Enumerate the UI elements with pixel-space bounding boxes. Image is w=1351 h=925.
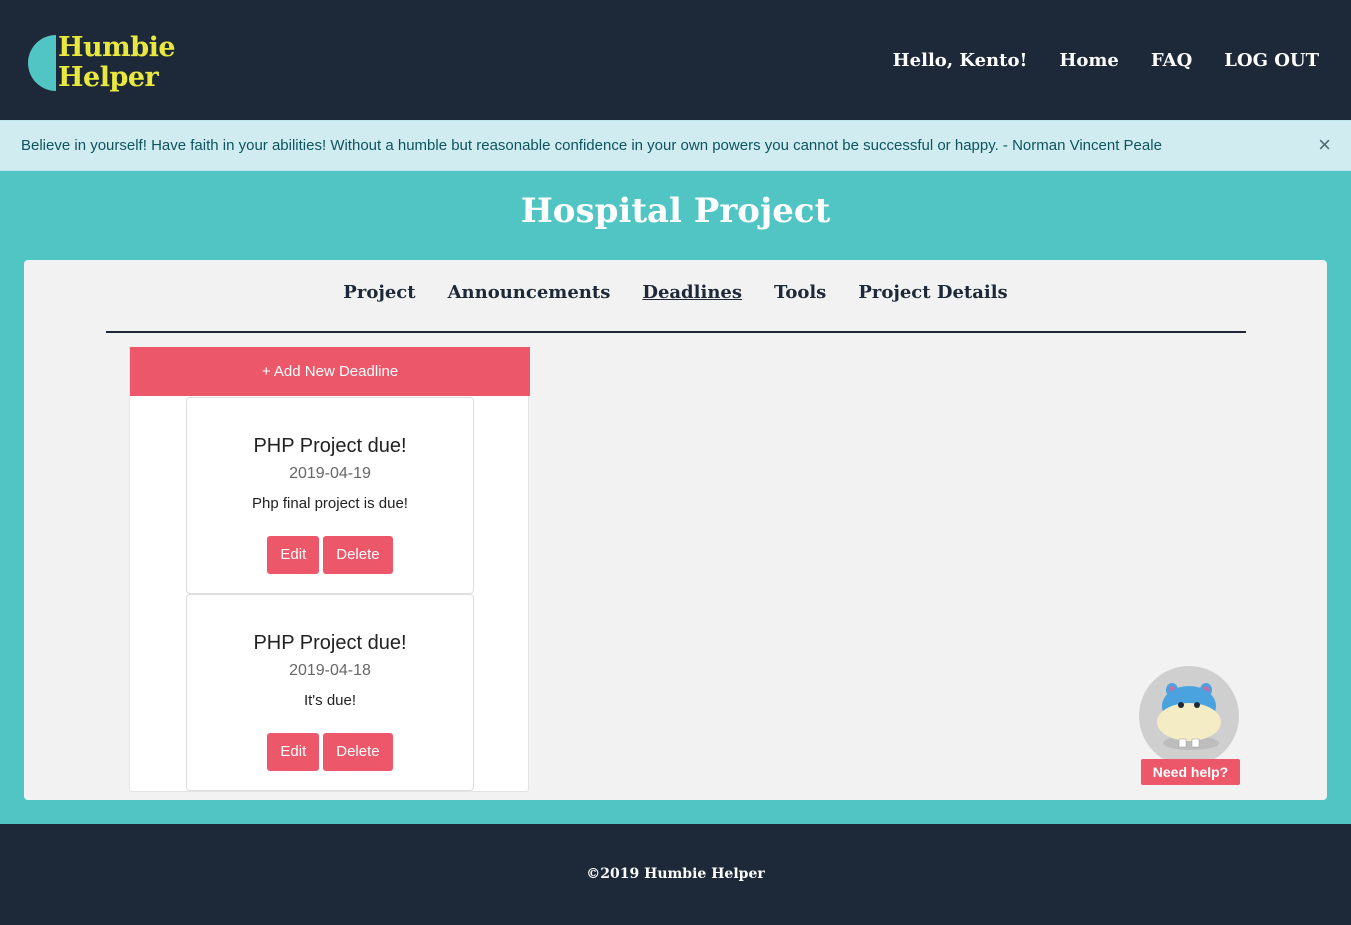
main-nav: Hello, Kento! Home FAQ LOG OUT [893,47,1319,75]
brand-logo[interactable]: Humbie Helper [28,33,178,97]
brand-name: Humbie Helper [58,32,176,93]
brand-line-1: Humbie [58,32,176,63]
nav-greeting-link[interactable]: Hello, Kento! [893,47,1028,75]
delete-button[interactable]: Delete [323,536,393,574]
tab-deadlines[interactable]: Deadlines [642,280,742,306]
edit-button[interactable]: Edit [267,536,320,574]
footer-copyright: ©2019 Humbie Helper [586,866,765,882]
project-panel: Project Announcements Deadlines Tools Pr… [24,260,1327,800]
tab-project-details[interactable]: Project Details [858,280,1007,306]
deadline-description: Php final project is due! [252,495,408,512]
nav-home-link[interactable]: Home [1059,47,1119,75]
deadline-date: 2019-04-19 [289,465,371,482]
deadline-actions: Edit Delete [187,733,473,771]
deadline-description: It's due! [303,692,357,709]
hippo-icon [1157,683,1221,750]
deadline-date: 2019-04-18 [289,662,371,679]
edit-button[interactable]: Edit [267,733,320,771]
page-title: Hospital Project [520,191,831,231]
tab-announcements[interactable]: Announcements [448,280,611,306]
project-tabs: Project Announcements Deadlines Tools Pr… [24,280,1327,306]
quote-alert: Believe in yourself! Have faith in your … [0,120,1351,171]
deadline-title: PHP Project due! [253,632,407,654]
deadline-list: + Add New Deadline PHP Project due! 2019… [129,347,530,792]
close-icon[interactable]: × [1318,133,1331,157]
need-help-widget[interactable]: Need help? [1138,666,1240,786]
deadline-actions: Edit Delete [187,536,473,574]
nav-faq-link[interactable]: FAQ [1151,47,1192,75]
deadline-card: PHP Project due! 2019-04-18 It's due! Ed… [186,594,474,791]
deadline-card: PHP Project due! 2019-04-19 Php final pr… [186,397,474,594]
deadline-title: PHP Project due! [253,435,407,457]
delete-button[interactable]: Delete [323,733,393,771]
tab-project[interactable]: Project [343,280,415,306]
top-navbar: Humbie Helper Hello, Kento! Home FAQ LOG… [0,0,1351,120]
nav-logout-link[interactable]: LOG OUT [1224,47,1319,75]
add-deadline-button[interactable]: + Add New Deadline [130,347,530,396]
brand-line-2: Helper [58,62,159,93]
site-footer: ©2019 Humbie Helper [0,824,1351,925]
need-help-button[interactable]: Need help? [1141,759,1240,785]
tab-tools[interactable]: Tools [774,280,826,306]
tab-divider [106,331,1246,333]
quote-alert-text: Believe in yourself! Have faith in your … [21,137,1162,154]
